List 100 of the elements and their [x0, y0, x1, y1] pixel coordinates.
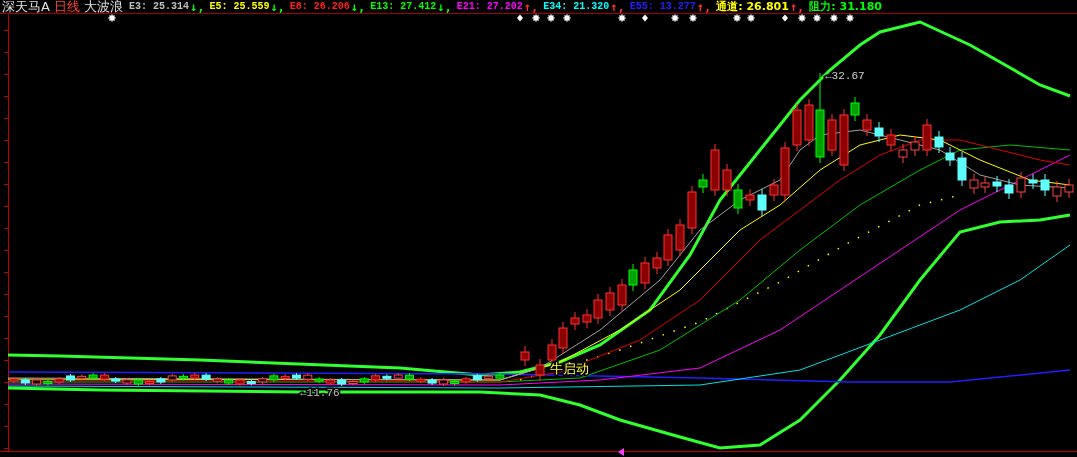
- stock-name: 深天马A: [2, 0, 50, 14]
- candlestick: [303, 372, 313, 382]
- candlestick: [886, 128, 896, 152]
- trend-arrow: ↑,: [696, 0, 712, 14]
- trend-arrow: ↑,: [610, 0, 625, 14]
- indicator-value: E3: 25.314: [128, 1, 189, 12]
- candlestick: [722, 163, 732, 197]
- candlestick: [405, 372, 414, 382]
- candlestick: [617, 278, 627, 312]
- star-marker-icon: [670, 14, 680, 23]
- candlestick: [201, 372, 211, 382]
- star-marker-icon: [617, 14, 627, 23]
- indicator-value: E21: 27.202: [456, 1, 523, 12]
- candlestick: [862, 113, 872, 137]
- candlestick: [292, 372, 301, 381]
- price-label: ←32.67: [825, 70, 865, 82]
- period-label: 日线: [53, 0, 80, 14]
- candlestick: [980, 176, 990, 194]
- diamond-marker-icon: [782, 14, 788, 22]
- trend-arrow: ↓,: [189, 0, 205, 14]
- candlestick: [190, 372, 200, 381]
- star-marker-icon: [845, 14, 855, 23]
- diamond-marker-icon: [517, 14, 523, 22]
- candlestick: [54, 376, 64, 385]
- candlestick: [934, 130, 944, 154]
- indicator-value: 阻力: 31.180: [809, 0, 882, 14]
- candlestick: [675, 218, 685, 257]
- candlestick: [269, 373, 279, 383]
- candlestick: [874, 121, 884, 143]
- candlestick: [558, 321, 568, 355]
- trend-arrow: ↑,: [789, 0, 805, 14]
- candlestick: [359, 376, 369, 385]
- candlestick: [570, 311, 580, 331]
- candlestick: [1016, 171, 1026, 199]
- candlestick: [898, 143, 908, 164]
- star-marker-icon: [746, 14, 756, 23]
- candlestick: [922, 118, 932, 157]
- star-marker-icon: [732, 14, 742, 23]
- candlestick: [156, 376, 166, 385]
- candlestick: [827, 113, 837, 157]
- candlestick: [224, 377, 234, 386]
- indicator-value: E13: 27.412: [370, 1, 437, 12]
- indicator-value: 通道: 26.801: [716, 0, 789, 14]
- star-marker-icon: [107, 14, 117, 23]
- candlestick: [992, 175, 1002, 193]
- candlestick: [957, 151, 967, 187]
- candlestick: [910, 135, 920, 157]
- indicator-value: E8: 26.206: [289, 1, 350, 12]
- indicator-value: E5: 25.559: [209, 1, 270, 12]
- candlestick: [438, 377, 448, 387]
- trend-arrow: ↓,: [350, 0, 366, 14]
- trend-arrow: ↓,: [437, 0, 452, 14]
- price-label: ←11.76: [300, 387, 340, 399]
- candlestick: [535, 358, 545, 382]
- candlestick: [495, 372, 505, 381]
- indicator-value: E34: 21.320: [543, 1, 610, 12]
- candlestick: [88, 372, 98, 381]
- candlestick: [628, 263, 638, 292]
- candlestick: [472, 373, 482, 383]
- candlestick: [1064, 178, 1074, 199]
- star-marker-icon: [688, 14, 698, 23]
- candlestick: [1028, 173, 1038, 190]
- candlestick: [258, 376, 268, 385]
- candlestick: [122, 377, 132, 386]
- candlestick: [179, 373, 188, 381]
- candlestick: [1052, 180, 1062, 203]
- candlestick: [371, 373, 381, 383]
- candlestick: [640, 256, 650, 290]
- candlestick: [20, 377, 30, 386]
- triangle-marker-icon: [618, 448, 624, 456]
- candlestick: [945, 146, 955, 167]
- star-marker-icon: [531, 14, 541, 23]
- candlestick: [461, 376, 471, 385]
- candlestick: [792, 103, 802, 152]
- diamond-marker-icon: [642, 14, 648, 22]
- candlestick: [337, 377, 347, 387]
- star-marker-icon: [829, 14, 839, 23]
- star-marker-icon: [562, 14, 572, 23]
- star-marker-icon: [812, 14, 822, 23]
- trend-arrow: ↓,: [270, 0, 285, 14]
- indicator-value: E55: 13.277: [629, 1, 696, 12]
- candlestick: [1004, 178, 1014, 200]
- candlestick: [1040, 173, 1050, 197]
- candlestick: [393, 372, 403, 381]
- star-marker-icon: [546, 14, 556, 23]
- candlestick: [427, 377, 437, 386]
- star-marker-icon: [797, 14, 807, 23]
- candlestick: [66, 373, 75, 383]
- indicator-name: 大波浪: [83, 0, 123, 14]
- candlestick: [733, 183, 743, 215]
- candlestick: [235, 377, 245, 387]
- candlestick: [605, 286, 615, 317]
- candlestick: [710, 143, 720, 197]
- candlestick: [99, 372, 109, 382]
- candlestick: [325, 377, 335, 386]
- candlestick: [32, 377, 42, 387]
- candlestick: [757, 188, 767, 217]
- candlestick: [520, 345, 530, 367]
- candlestick: [745, 188, 755, 207]
- candlestick: [167, 373, 177, 383]
